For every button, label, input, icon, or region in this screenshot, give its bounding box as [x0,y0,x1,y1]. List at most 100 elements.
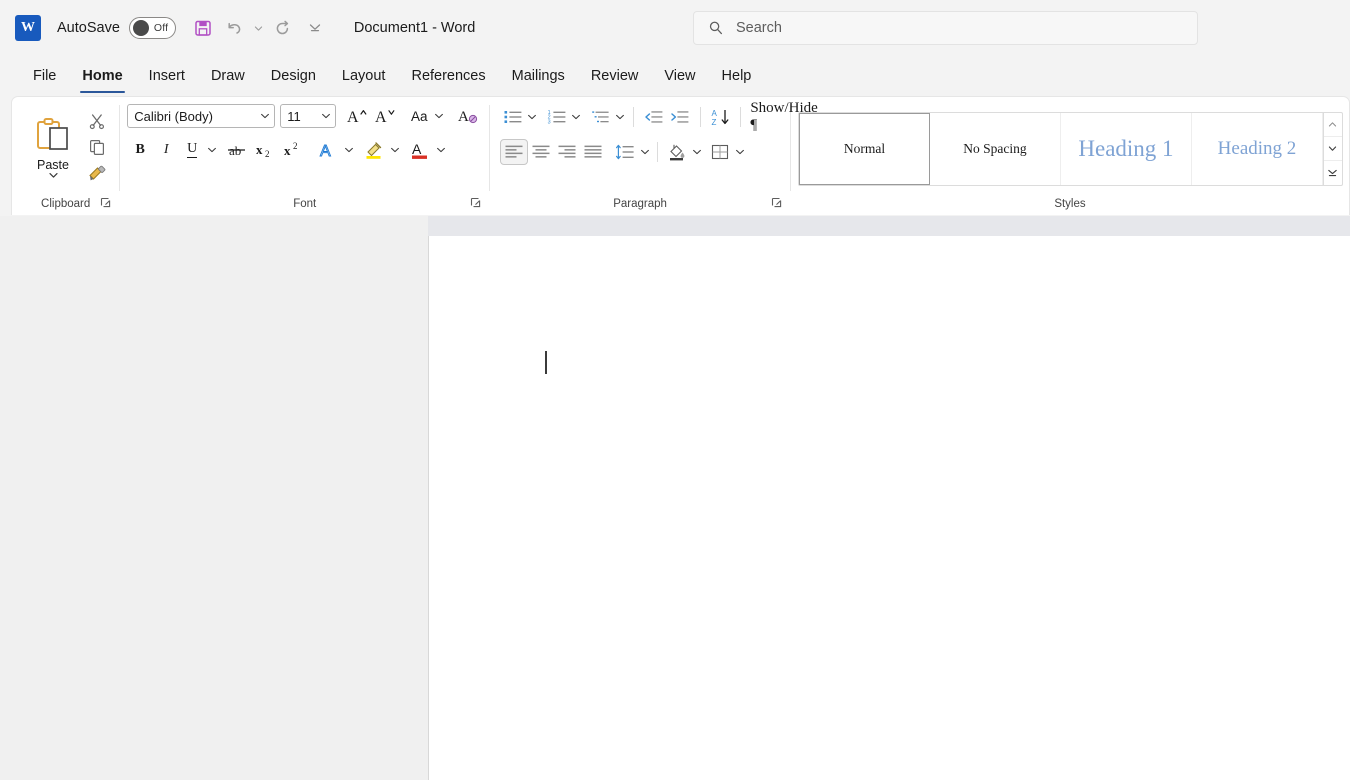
font-dialog-launcher-icon[interactable] [470,197,482,209]
tab-view[interactable]: View [651,64,708,88]
text-cursor [545,351,547,374]
search-placeholder: Search [736,20,782,36]
ribbon: Paste [11,96,1350,215]
style-normal[interactable]: Normal [799,113,930,185]
superscript-icon: x 2 [282,141,304,159]
styles-scroll-up-button[interactable] [1324,113,1342,137]
styles-scroll-down-button[interactable] [1324,137,1342,161]
style-no-spacing[interactable]: No Spacing [930,113,1061,185]
italic-button[interactable]: I [153,137,179,163]
text-effects-button[interactable]: A [314,137,342,163]
tab-help[interactable]: Help [709,64,765,88]
highlight-chevron-down-icon[interactable] [388,145,401,155]
strikethrough-icon: ab [226,141,248,159]
grow-font-button[interactable]: A [343,103,371,129]
sort-button[interactable]: A Z [708,104,734,130]
bullets-button[interactable] [500,104,526,130]
shading-button[interactable] [664,139,690,165]
borders-button[interactable] [707,139,733,165]
svg-text:2: 2 [265,149,270,159]
justify-button[interactable] [580,139,606,165]
bold-button[interactable]: B [127,137,153,163]
svg-text:Z: Z [712,118,717,127]
underline-chevron-down-icon[interactable] [205,145,218,155]
shrink-font-button[interactable]: A [371,103,399,129]
shading-chevron-down-icon[interactable] [690,147,703,157]
font-color-button[interactable]: A [406,137,434,163]
paste-button[interactable]: Paste [26,114,80,180]
style-heading-1[interactable]: Heading 1 [1061,113,1192,185]
copy-icon [88,138,106,156]
clear-formatting-button[interactable]: A [454,103,482,129]
text-highlight-color-button[interactable] [360,137,388,163]
bullets-icon [503,108,523,126]
customize-quick-access-toolbar-button[interactable] [300,13,330,43]
ribbon-group-paragraph: 1 2 3 [490,97,790,215]
change-case-chevron-down-icon[interactable] [432,111,445,121]
ribbon-group-styles: Normal No Spacing Heading 1 Heading 2 [791,97,1349,215]
shrink-font-icon: A [374,106,396,126]
tab-file[interactable]: File [20,64,69,88]
document-page[interactable] [428,236,1350,780]
line-spacing-chevron-down-icon[interactable] [638,147,651,157]
numbering-chevron-down-icon[interactable] [570,112,582,122]
strikethrough-button[interactable]: ab [223,137,251,163]
format-painter-button[interactable] [84,160,110,186]
svg-text:A: A [320,143,331,160]
subscript-button[interactable]: x 2 [251,137,279,163]
multilevel-list-chevron-down-icon[interactable] [614,112,626,122]
autosave-toggle-state: Off [154,22,168,34]
borders-chevron-down-icon[interactable] [733,147,746,157]
quick-access-toolbar [188,13,330,43]
bullets-chevron-down-icon[interactable] [526,112,538,122]
decrease-indent-icon [644,108,664,126]
decrease-indent-button[interactable] [641,104,667,130]
tab-home[interactable]: Home [69,64,135,88]
autosave-toggle[interactable]: Off [129,17,176,39]
multilevel-list-button[interactable] [588,104,614,130]
paste-chevron-down-icon[interactable] [48,171,59,180]
tab-draw[interactable]: Draw [198,64,258,88]
numbering-button[interactable]: 1 2 3 [544,104,570,130]
font-size-combobox[interactable]: 11 [280,104,336,128]
style-heading-2-label: Heading 2 [1218,138,1297,160]
cut-button[interactable] [84,108,110,134]
customize-toolbar-chevron-icon [308,21,322,35]
undo-button[interactable] [220,13,250,43]
align-left-button[interactable] [500,139,528,165]
copy-button[interactable] [84,134,110,160]
document-title: Document1 - Word [354,20,475,36]
change-case-label: Aa [411,109,428,124]
font-color-chevron-down-icon[interactable] [434,145,447,155]
redo-button[interactable] [268,13,298,43]
clipboard-dialog-launcher-icon[interactable] [100,197,112,209]
tab-design[interactable]: Design [258,64,329,88]
font-family-combobox[interactable]: Calibri (Body) [127,104,275,128]
style-heading-2[interactable]: Heading 2 [1192,113,1323,185]
paragraph-dialog-launcher-icon[interactable] [771,197,783,209]
autosave-label: AutoSave [57,20,120,36]
text-effects-chevron-down-icon[interactable] [342,145,355,155]
underline-button[interactable]: U [179,137,205,163]
undo-dropdown-chevron-down-icon[interactable] [252,13,266,43]
search-input[interactable]: Search [693,11,1198,45]
numbering-icon: 1 2 3 [547,108,567,126]
tab-mailings[interactable]: Mailings [499,64,578,88]
change-case-button[interactable]: Aa [406,103,432,129]
tab-references[interactable]: References [398,64,498,88]
tab-review[interactable]: Review [578,64,652,88]
style-heading-1-label: Heading 1 [1078,136,1173,162]
ribbon-group-clipboard: Paste [12,97,119,215]
align-center-button[interactable] [528,139,554,165]
styles-more-button[interactable] [1324,161,1342,184]
shading-paint-bucket-icon [667,143,687,161]
increase-indent-button[interactable] [667,104,693,130]
superscript-button[interactable]: x 2 [279,137,307,163]
line-spacing-button[interactable] [612,139,638,165]
svg-text:2: 2 [293,141,298,151]
align-right-button[interactable] [554,139,580,165]
subscript-icon: x 2 [254,141,276,159]
save-button[interactable] [188,13,218,43]
tab-layout[interactable]: Layout [329,64,399,88]
tab-insert[interactable]: Insert [136,64,198,88]
